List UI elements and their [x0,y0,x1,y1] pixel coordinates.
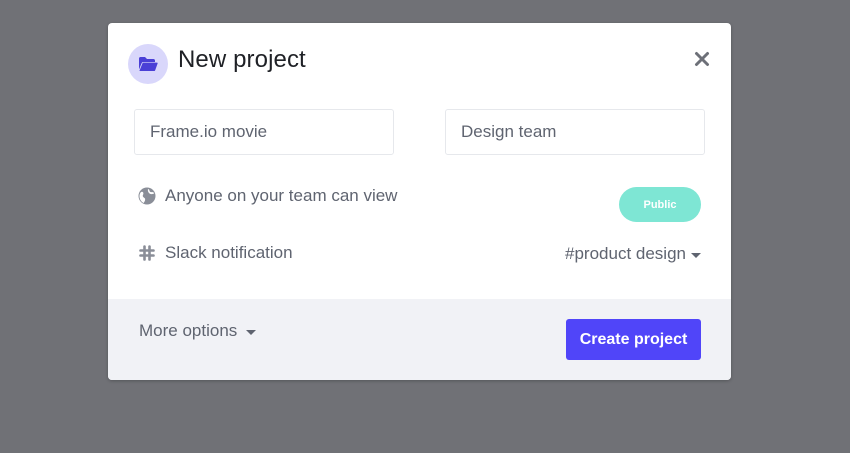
slack-label: Slack notification [165,243,293,262]
dialog-footer: More options Create project [108,299,731,380]
slack-icon [137,243,157,263]
close-icon[interactable] [692,49,712,69]
dialog-title: New project [178,46,306,73]
more-options-toggle[interactable]: More options [139,321,257,341]
slack-channel-select[interactable]: #product design [565,244,701,264]
create-project-button[interactable]: Create project [566,319,701,360]
visibility-row: Anyone on your team can view [137,186,397,206]
visibility-label: Anyone on your team can view [165,186,398,205]
new-project-dialog: New project Anyone on your team can view… [108,23,731,380]
folder-open-icon [128,44,168,84]
slack-channel-value: #product design [565,244,686,263]
team-input[interactable] [445,109,705,155]
project-name-input[interactable] [134,109,394,155]
chevron-down-icon [691,252,701,258]
public-toggle[interactable]: Public [619,187,701,222]
slack-row: Slack notification [137,243,293,263]
globe-icon [137,186,157,206]
chevron-down-icon [246,329,257,335]
more-options-label: More options [139,321,238,340]
